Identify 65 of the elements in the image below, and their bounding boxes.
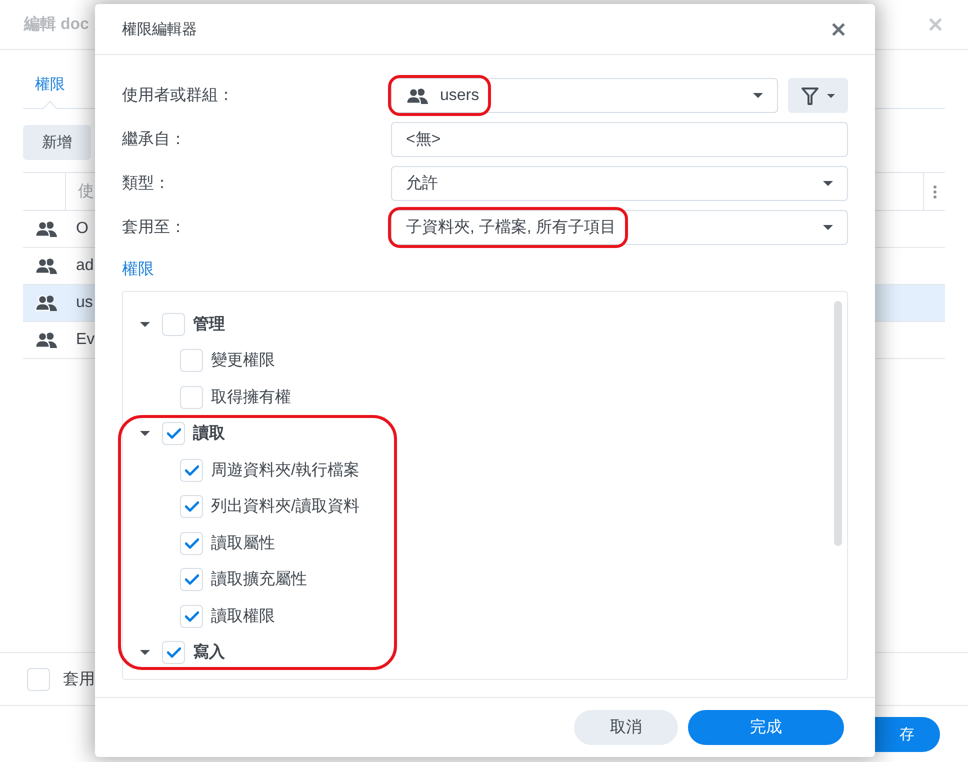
check-icon <box>184 538 198 549</box>
add-button[interactable]: 新增 <box>23 125 91 160</box>
group-icon <box>35 295 57 311</box>
section-heading: 權限 <box>122 260 154 280</box>
text-field[interactable]: <無> <box>391 122 848 157</box>
done-button[interactable]: 完成 <box>688 710 844 745</box>
permission-label: 取得擁有權 <box>211 388 291 408</box>
permission-label: 列出資料夾/讀取資料 <box>211 496 360 518</box>
more-icon[interactable] <box>932 184 936 198</box>
field-label: 套用至： <box>122 218 187 238</box>
save-button[interactable]: 存 <box>874 717 940 752</box>
group-icon <box>35 332 57 348</box>
dropdown[interactable]: 子資料夾, 子檔案, 所有子項目 <box>391 210 848 245</box>
permission-label: 讀取權限 <box>211 606 275 627</box>
permission-label: 讀取擴充屬性 <box>211 570 307 590</box>
caret-icon <box>827 94 835 98</box>
permission-label: 管理 <box>193 314 225 335</box>
caret-icon <box>823 225 833 230</box>
checkbox[interactable] <box>180 349 203 372</box>
checkbox[interactable] <box>162 641 185 664</box>
close-icon[interactable] <box>832 22 845 36</box>
permission-label: 寫入 <box>193 642 225 664</box>
window-title: 編輯 doc <box>24 14 89 35</box>
checkbox[interactable] <box>180 458 203 482</box>
permission-label: 讀取屬性 <box>211 534 275 554</box>
checkbox[interactable] <box>162 312 185 336</box>
table-cell: Ev <box>76 331 95 349</box>
checkbox[interactable] <box>180 568 203 592</box>
permission-label: 周遊資料夾/執行檔案 <box>211 460 360 481</box>
check-icon <box>184 464 198 476</box>
checkbox[interactable] <box>27 668 50 690</box>
group-icon <box>35 258 57 274</box>
checkbox[interactable] <box>162 422 185 446</box>
table-cell: us <box>76 294 93 312</box>
column-header: 使 <box>78 182 94 202</box>
scrollbar-thumb[interactable] <box>834 301 842 546</box>
caret-icon <box>823 181 833 186</box>
check-icon <box>184 574 198 586</box>
checkbox[interactable] <box>180 386 203 409</box>
table-cell: ad <box>76 257 94 275</box>
group-icon <box>35 221 57 237</box>
check-icon <box>184 610 198 622</box>
funnel-icon <box>801 86 819 104</box>
field-label: 類型： <box>122 174 171 194</box>
user-dropdown[interactable]: users <box>391 78 778 113</box>
checkbox[interactable] <box>180 495 203 518</box>
check-icon <box>166 647 180 658</box>
checkbox[interactable] <box>180 532 203 555</box>
dropdown[interactable]: 允許 <box>391 166 848 201</box>
permission-label: 讀取 <box>193 423 225 444</box>
checkbox[interactable] <box>180 604 203 628</box>
caret-icon <box>753 93 763 98</box>
cancel-button[interactable]: 取消 <box>574 710 678 745</box>
field-label: 繼承自： <box>122 130 187 150</box>
field-label: 使用者或群組： <box>122 86 235 106</box>
table-cell: O <box>76 220 88 238</box>
check-icon <box>166 428 180 440</box>
caret-icon[interactable] <box>140 431 150 436</box>
filter-button[interactable] <box>788 78 848 113</box>
group-icon <box>406 88 428 104</box>
dialog-title: 權限編輯器 <box>122 20 197 38</box>
caret-icon[interactable] <box>140 650 150 656</box>
check-icon <box>184 501 198 512</box>
permission-label: 變更權限 <box>211 350 275 372</box>
checkbox-label: 套用 <box>63 670 95 690</box>
